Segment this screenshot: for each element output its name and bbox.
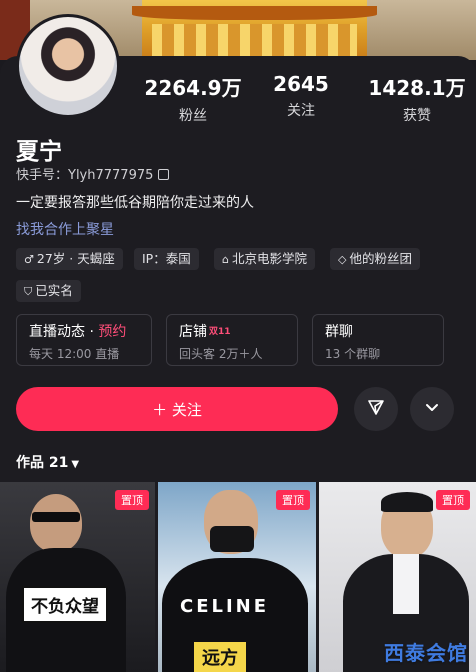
sunglasses — [32, 512, 80, 522]
video-thumb-2[interactable]: CELINE 置顶 远方 — [158, 482, 316, 672]
tag-text: IP：泰国 — [142, 251, 191, 266]
banner-palace-image — [132, 0, 377, 60]
tag-ip: IP：泰国 — [134, 248, 199, 270]
share-button[interactable] — [354, 387, 398, 431]
caret-down-icon: ▼ — [71, 459, 80, 470]
video-thumb-3[interactable]: 置顶 西泰会馆 — [319, 482, 476, 672]
tag-age[interactable]: ♂ 27岁 · 天蝎座 — [16, 248, 123, 270]
pinned-badge: 置顶 — [115, 490, 149, 510]
live-box[interactable]: 直播动态 · 预约 每天 12:00 直播 — [16, 314, 152, 366]
avatar[interactable] — [16, 14, 120, 118]
group-box[interactable]: 群聊 13 个群聊 — [312, 314, 444, 366]
profile-name: 夏宁 — [16, 139, 62, 165]
shop-title: 店铺 — [179, 324, 207, 340]
stat-following[interactable]: 2645 关注 — [246, 72, 356, 120]
collab-link[interactable]: 找我合作上聚星 — [16, 219, 114, 239]
profile-bio: 一定要报答那些低谷期陪你走过来的人 — [16, 195, 254, 211]
stat-label: 粉丝 — [179, 108, 207, 124]
works-grid: 置顶 不负众望 CELINE 置顶 远方 置顶 西泰会馆 — [0, 482, 476, 672]
works-tab[interactable]: 作品 21 ▼ — [16, 452, 79, 472]
stats-row: 2264.9万 粉丝 2645 关注 1428.1万 获赞 — [128, 72, 476, 132]
shirt-logo: CELINE — [180, 596, 270, 617]
stat-label: 关注 — [287, 103, 315, 119]
stat-value: 2645 — [273, 72, 329, 96]
video-thumb-1[interactable]: 置顶 不负众望 — [0, 482, 155, 672]
live-sub: 每天 12:00 直播 — [29, 347, 120, 361]
fan-club-icon: ◇ — [338, 253, 347, 266]
follow-button[interactable]: ＋ 关注 — [16, 387, 338, 431]
stat-likes[interactable]: 1428.1万 获赞 — [362, 72, 472, 125]
pinned-badge: 置顶 — [276, 490, 310, 510]
person-head — [30, 494, 82, 552]
stat-value: 1428.1万 — [368, 76, 466, 100]
send-icon — [368, 399, 384, 415]
shop-sub: 回头客 2万＋人 — [179, 347, 263, 361]
tag-verified: ⛉ 已实名 — [16, 280, 81, 302]
tag-text: 已实名 — [35, 283, 73, 298]
works-label: 作品 21 — [16, 455, 69, 471]
graduation-cap-icon: ⌂ — [222, 253, 229, 266]
group-title: 群聊 — [325, 324, 353, 340]
tag-fan-club[interactable]: ◇ 他的粉丝团 — [330, 248, 420, 270]
live-reserve: 预约 — [98, 324, 127, 340]
tag-school[interactable]: ⌂ 北京电影学院 — [214, 248, 315, 270]
live-title: 直播动态 · — [29, 324, 99, 340]
hair — [381, 492, 433, 512]
male-icon: ♂ — [24, 253, 34, 266]
face-mask — [210, 526, 254, 552]
chevron-down-icon — [426, 403, 438, 411]
video-caption: 远方 — [194, 642, 246, 672]
stat-value: 2264.9万 — [144, 76, 242, 100]
stat-label: 获赞 — [403, 108, 431, 124]
video-caption: 不负众望 — [22, 586, 108, 623]
kuaishou-id: 快手号：Ylyh7777975 — [16, 164, 170, 183]
tag-text: 他的粉丝团 — [349, 251, 412, 266]
stat-followers[interactable]: 2264.9万 粉丝 — [138, 72, 248, 125]
pinned-badge: 置顶 — [436, 490, 470, 510]
more-button[interactable] — [410, 387, 454, 431]
shop-badge: 双11 — [209, 327, 231, 337]
verified-shield-icon: ⛉ — [24, 285, 33, 298]
shop-box[interactable]: 店铺 双11 回头客 2万＋人 — [166, 314, 298, 366]
tag-text: 27岁 · 天蝎座 — [36, 251, 115, 266]
watermark-text: 西泰会馆 — [384, 641, 468, 665]
kuaishou-id-text: 快手号：Ylyh7777975 — [16, 168, 154, 183]
group-sub: 13 个群聊 — [325, 347, 381, 361]
shirt — [393, 554, 419, 614]
tag-text: 北京电影学院 — [231, 251, 307, 266]
copy-icon[interactable] — [158, 169, 170, 180]
